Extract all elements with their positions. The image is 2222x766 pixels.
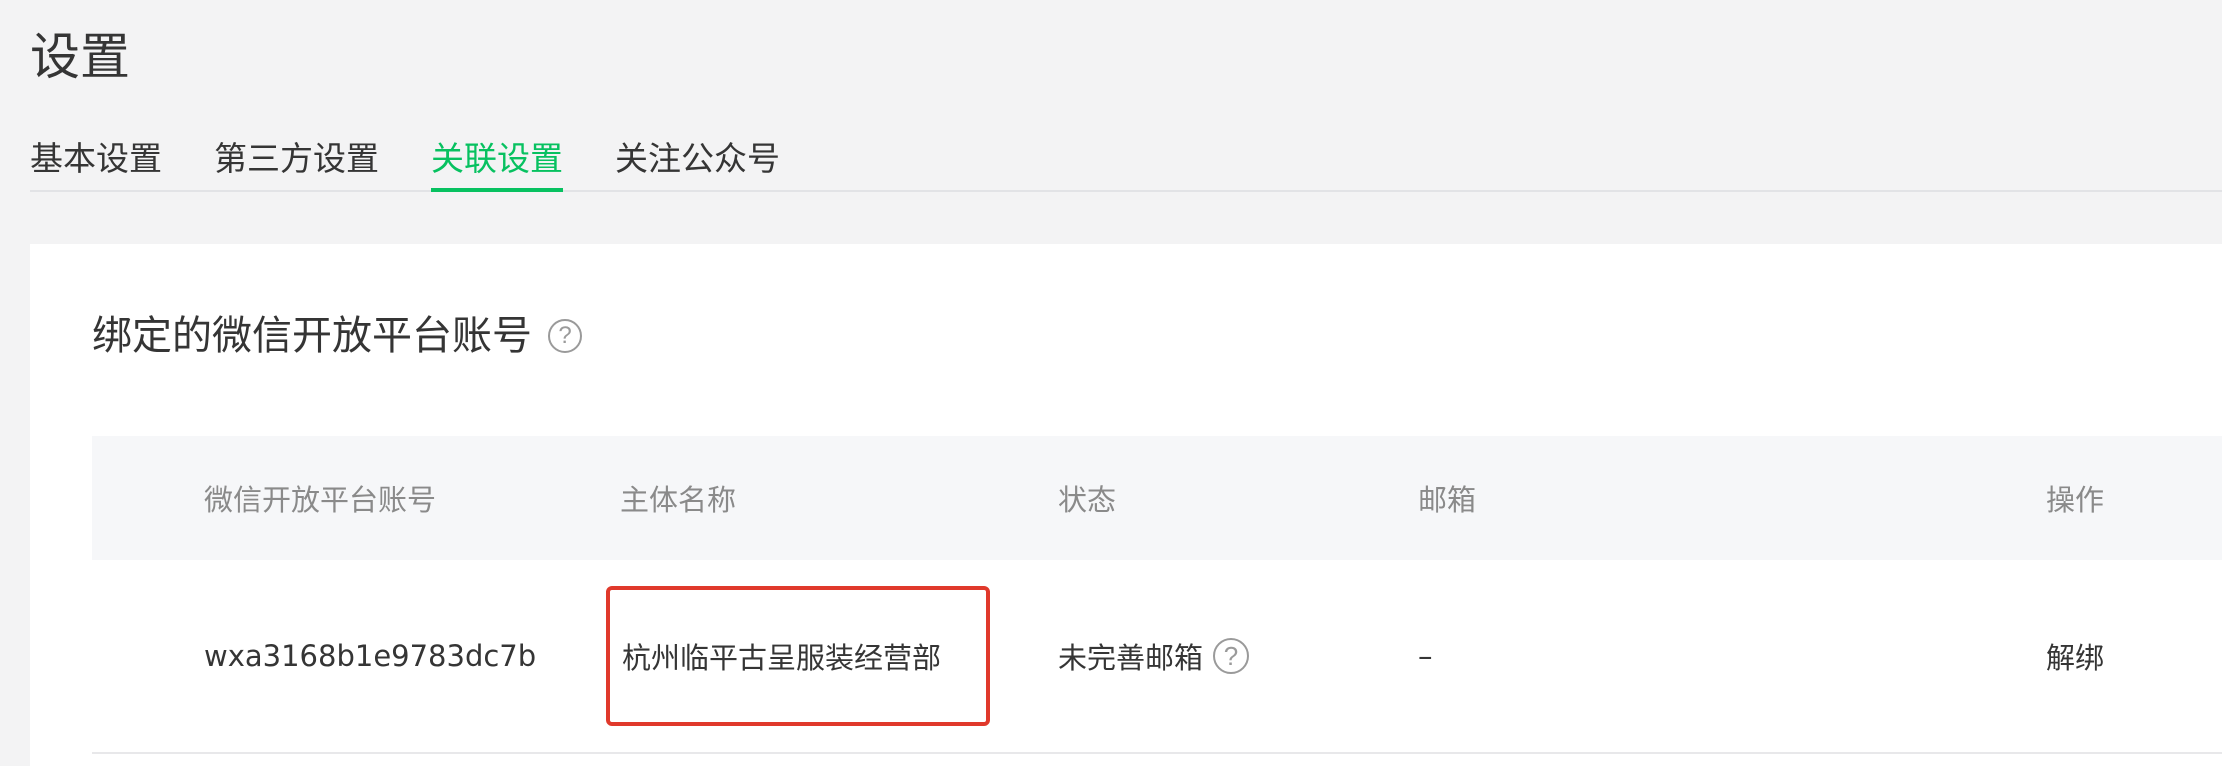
email-value: – bbox=[1418, 639, 1433, 673]
status-cell: 未完善邮箱 ? bbox=[1058, 560, 1250, 752]
section-title-text: 绑定的微信开放平台账号 bbox=[92, 313, 532, 359]
unbind-link[interactable]: 解绑 bbox=[2046, 560, 2104, 752]
status-text: 未完善邮箱 bbox=[1058, 641, 1204, 675]
header-status: 状态 bbox=[1058, 483, 1117, 517]
page-title: 设置 bbox=[30, 28, 130, 86]
header-email: 邮箱 bbox=[1418, 483, 1477, 517]
tab-linked-settings[interactable]: 关联设置 bbox=[431, 128, 563, 192]
section-title: 绑定的微信开放平台账号 ? bbox=[92, 308, 582, 364]
entity-name: 杭州临平古呈服装经营部 bbox=[622, 641, 942, 675]
question-circle-icon[interactable]: ? bbox=[1213, 638, 1250, 674]
bound-accounts-table: 微信开放平台账号 主体名称 状态 邮箱 操作 wxa3168b1e9783dc7… bbox=[92, 436, 2222, 754]
settings-tabs: 基本设置 第三方设置 关联设置 关注公众号 bbox=[30, 128, 2222, 192]
header-action: 操作 bbox=[2046, 483, 2105, 517]
tab-follow-official-account[interactable]: 关注公众号 bbox=[615, 128, 780, 190]
account-id: wxa3168b1e9783dc7b bbox=[204, 639, 537, 673]
header-entity-name: 主体名称 bbox=[620, 483, 737, 517]
table-header: 微信开放平台账号 主体名称 状态 邮箱 操作 bbox=[92, 436, 2222, 560]
linked-settings-card: 绑定的微信开放平台账号 ? 微信开放平台账号 主体名称 状态 邮箱 操作 wxa… bbox=[30, 244, 2222, 766]
question-circle-icon[interactable]: ? bbox=[548, 319, 582, 353]
table-row: wxa3168b1e9783dc7b 杭州临平古呈服装经营部 未完善邮箱 ? –… bbox=[92, 560, 2222, 754]
tab-third-party-settings[interactable]: 第三方设置 bbox=[214, 128, 379, 190]
tab-basic-settings[interactable]: 基本设置 bbox=[30, 128, 162, 190]
header-account: 微信开放平台账号 bbox=[204, 483, 437, 517]
